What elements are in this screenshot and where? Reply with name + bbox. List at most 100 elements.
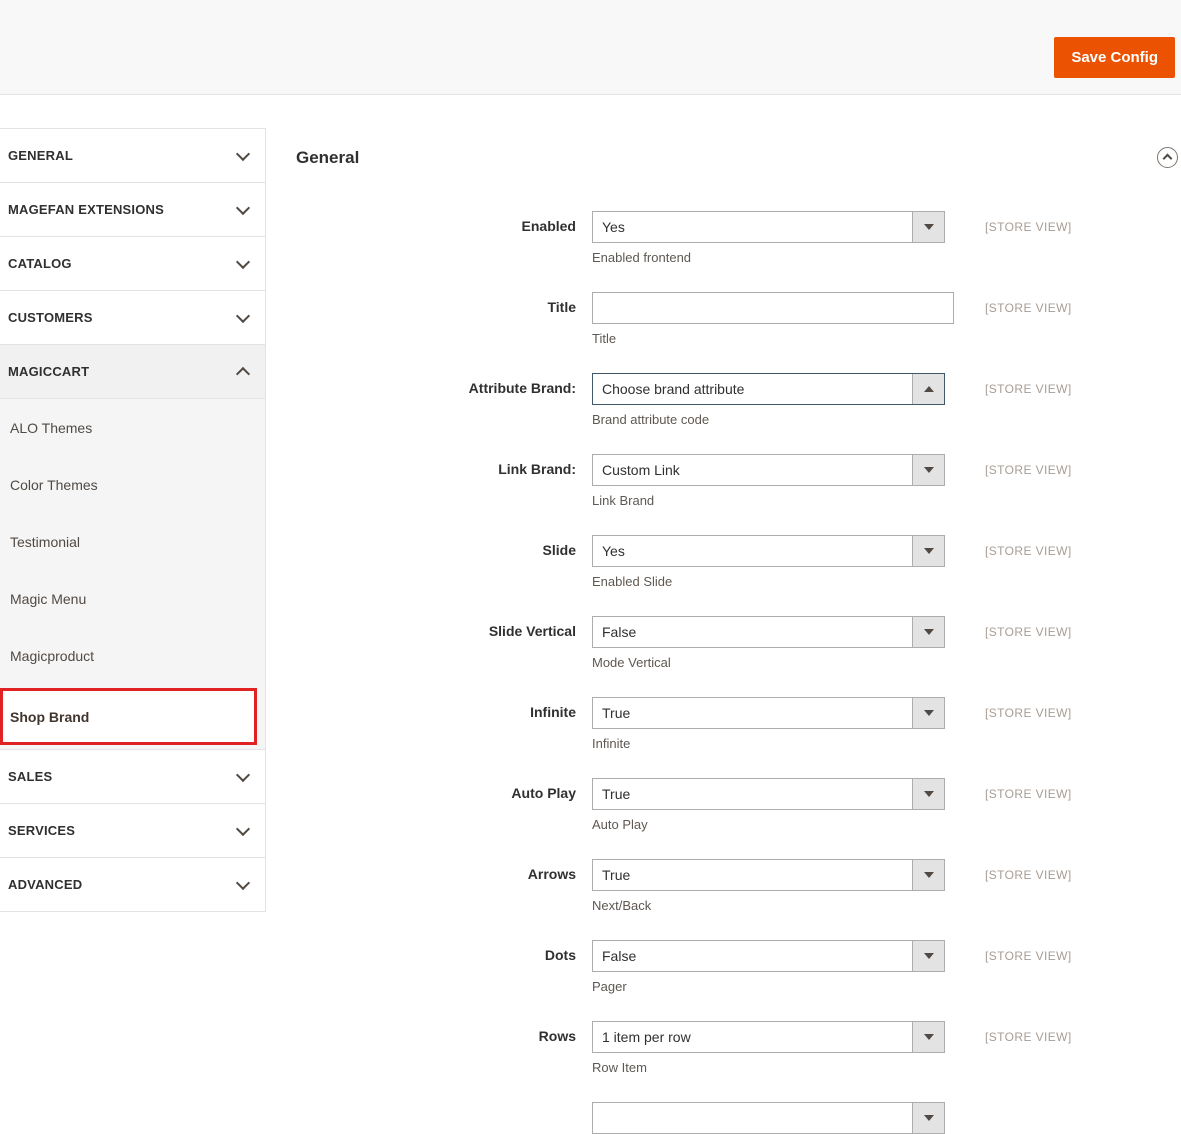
- rows-field-row: Rows 1 item per row Row Item [STORE VIEW…: [296, 1021, 1181, 1078]
- arrows-select[interactable]: True: [592, 859, 945, 891]
- dropdown-arrow-icon[interactable]: [912, 617, 944, 647]
- store-view-scope-label: [STORE VIEW]: [985, 1030, 1072, 1044]
- page-header: Save Config: [0, 0, 1181, 95]
- sidebar-item-testimonial[interactable]: Testimonial: [0, 513, 265, 570]
- store-view-scope-label: [STORE VIEW]: [985, 625, 1072, 639]
- field-comment: Title: [592, 331, 617, 346]
- store-view-scope-label: [STORE VIEW]: [985, 706, 1072, 720]
- store-view-scope-label: [STORE VIEW]: [985, 787, 1072, 801]
- sidebar-section-label: CATALOG: [8, 256, 72, 271]
- dropdown-arrow-icon[interactable]: [912, 212, 944, 242]
- sidebar-section-catalog[interactable]: CATALOG: [0, 237, 265, 291]
- infinite-select[interactable]: True: [592, 697, 945, 729]
- dropdown-arrow-icon[interactable]: [912, 698, 944, 728]
- store-view-scope-label: [STORE VIEW]: [985, 868, 1072, 882]
- sidebar-section-label: CUSTOMERS: [8, 310, 93, 325]
- attribute-brand-select[interactable]: Choose brand attribute: [592, 373, 945, 405]
- dropdown-arrow-icon[interactable]: [912, 779, 944, 809]
- dots-select[interactable]: False: [592, 940, 945, 972]
- sidebar-section-sales[interactable]: SALES: [0, 750, 265, 804]
- dropdown-arrow-icon[interactable]: [912, 455, 944, 485]
- chevron-down-icon: [235, 200, 251, 215]
- select-value: False: [602, 624, 637, 640]
- field-label: Title: [547, 299, 576, 315]
- auto-play-select[interactable]: True: [592, 778, 945, 810]
- partial-field-row: [296, 1102, 1181, 1134]
- chevron-down-icon: [235, 254, 251, 269]
- field-label: Infinite: [530, 704, 576, 720]
- title-input[interactable]: [592, 292, 954, 324]
- sidebar-section-magiccart[interactable]: MAGICCART: [0, 345, 265, 399]
- chevron-up-icon: [235, 366, 251, 381]
- field-label: Slide: [542, 542, 576, 558]
- sidebar-item-alo-themes[interactable]: ALO Themes: [0, 399, 265, 456]
- partial-select[interactable]: [592, 1102, 945, 1134]
- sidebar-section-general[interactable]: GENERAL: [0, 129, 265, 183]
- field-control: Yes Enabled Slide: [592, 535, 945, 591]
- sidebar-section-magefan-extensions[interactable]: MAGEFAN EXTENSIONS: [0, 183, 265, 237]
- chevron-up-icon: [1162, 153, 1173, 164]
- field-label: Rows: [538, 1028, 576, 1044]
- field-comment: Auto Play: [592, 817, 648, 832]
- sidebar-item-magic-menu[interactable]: Magic Menu: [0, 570, 265, 627]
- dropdown-arrow-icon[interactable]: [912, 860, 944, 890]
- field-comment: Pager: [592, 979, 627, 994]
- field-control: True Auto Play: [592, 778, 945, 834]
- sidebar-item-label: Magicproduct: [10, 647, 95, 664]
- field-label: Enabled: [521, 218, 576, 234]
- section-header: General: [296, 128, 1181, 168]
- field-control: [592, 1102, 945, 1134]
- infinite-field-row: Infinite True Infinite [STORE VIEW]: [296, 697, 1181, 754]
- field-label: Auto Play: [511, 785, 576, 801]
- chevron-down-icon: [235, 308, 251, 323]
- field-label: Link Brand:: [498, 461, 576, 477]
- sidebar-section-label: SALES: [8, 769, 53, 784]
- store-view-scope-label: [STORE VIEW]: [985, 220, 1072, 234]
- select-value: True: [602, 705, 631, 721]
- sidebar-item-magicproduct[interactable]: Magicproduct: [0, 627, 265, 684]
- select-value: 1 item per row: [602, 1029, 691, 1045]
- enabled-select[interactable]: Yes: [592, 211, 945, 243]
- slide-field-row: Slide Yes Enabled Slide [STORE VIEW]: [296, 535, 1181, 592]
- field-label: Arrows: [527, 866, 576, 882]
- slide-vertical-select[interactable]: False: [592, 616, 945, 648]
- link-brand-select[interactable]: Custom Link: [592, 454, 945, 486]
- field-comment: Brand attribute code: [592, 412, 710, 427]
- sidebar-item-label: Testimonial: [10, 533, 81, 550]
- field-control: False Pager: [592, 940, 945, 996]
- chevron-down-icon: [235, 767, 251, 782]
- field-comment: Enabled frontend: [592, 250, 692, 265]
- sidebar-section-label: MAGICCART: [8, 364, 90, 379]
- field-comment: Infinite: [592, 736, 631, 751]
- save-config-button[interactable]: Save Config: [1054, 37, 1175, 78]
- slide-vertical-field-row: Slide Vertical False Mode Vertical [STOR…: [296, 616, 1181, 673]
- dropdown-arrow-up-icon[interactable]: [912, 374, 944, 404]
- select-value: [593, 1103, 912, 1133]
- field-control: Custom Link Link Brand: [592, 454, 945, 510]
- dropdown-arrow-icon[interactable]: [912, 1022, 944, 1052]
- rows-select[interactable]: 1 item per row: [592, 1021, 945, 1053]
- field-comment: Link Brand: [592, 493, 655, 508]
- sidebar-section-services[interactable]: SERVICES: [0, 804, 265, 858]
- sidebar-section-label: MAGEFAN EXTENSIONS: [8, 202, 165, 217]
- sidebar-section-label: ADVANCED: [8, 877, 83, 892]
- dropdown-arrow-icon[interactable]: [912, 536, 944, 566]
- field-comment: Enabled Slide: [592, 574, 673, 589]
- slide-select[interactable]: Yes: [592, 535, 945, 567]
- dropdown-arrow-icon[interactable]: [912, 1103, 944, 1133]
- sidebar-section-customers[interactable]: CUSTOMERS: [0, 291, 265, 345]
- sidebar-section-label: GENERAL: [8, 148, 73, 163]
- field-control: 1 item per row Row Item: [592, 1021, 945, 1077]
- dropdown-arrow-icon[interactable]: [912, 941, 944, 971]
- sidebar-item-shop-brand[interactable]: Shop Brand: [0, 688, 257, 745]
- field-comment: Row Item: [592, 1060, 647, 1075]
- collapse-section-icon[interactable]: [1157, 147, 1178, 168]
- field-label: Dots: [544, 947, 576, 963]
- select-value: Yes: [602, 219, 625, 235]
- field-label: [296, 1102, 576, 1109]
- sidebar-section-advanced[interactable]: ADVANCED: [0, 858, 265, 912]
- field-control: Yes Enabled frontend: [592, 211, 945, 267]
- store-view-scope-label: [STORE VIEW]: [985, 949, 1072, 963]
- sidebar-item-color-themes[interactable]: Color Themes: [0, 456, 265, 513]
- dots-field-row: Dots False Pager [STORE VIEW]: [296, 940, 1181, 997]
